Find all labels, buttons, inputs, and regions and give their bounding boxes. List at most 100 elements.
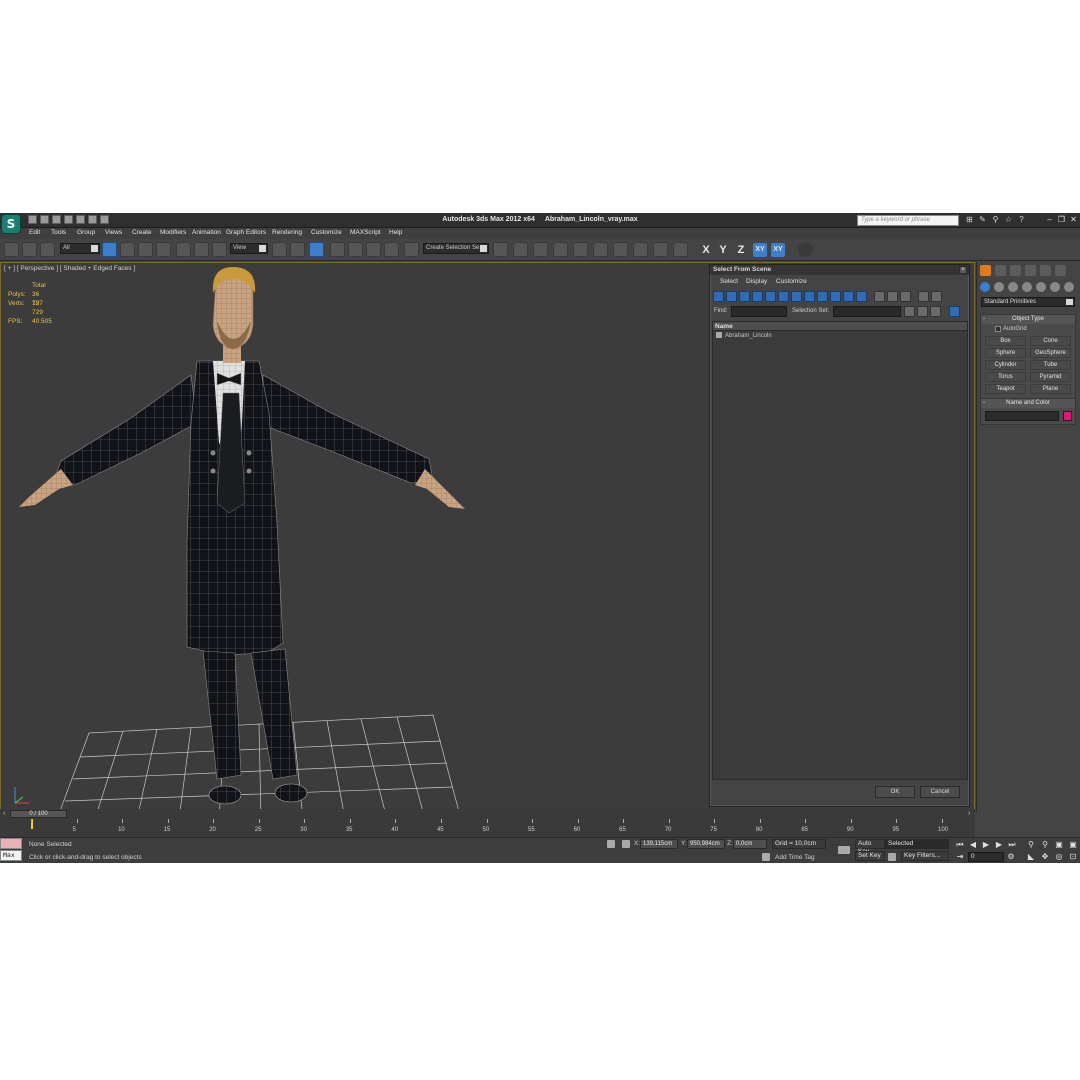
lock-selection-icon[interactable] [607,840,615,848]
menu-graph-editors[interactable]: Graph Editors [226,229,266,236]
plane-button[interactable]: Plane [1030,384,1071,394]
pan-view-icon[interactable]: ✥ [1040,852,1050,862]
menu-views[interactable]: Views [105,229,122,236]
x-coord-field[interactable]: 139,115cm [640,839,678,849]
help-search-input[interactable]: Type a keyword or phrase [857,215,959,226]
selection-filter-dropdown[interactable]: All [60,243,100,254]
shapes-category-icon[interactable] [994,282,1004,292]
display-geometry-icon[interactable] [713,291,724,302]
snaps-toggle-icon[interactable] [330,242,345,257]
rectangular-selection-icon[interactable] [138,242,153,257]
z-coord-field[interactable]: 0,0cm [733,839,767,849]
axis-xy-button[interactable]: XY [753,243,767,257]
select-all-icon[interactable] [917,306,928,317]
edit-named-selection-icon[interactable] [404,242,419,257]
menu-rendering[interactable]: Rendering [272,229,302,236]
key-filters-button[interactable]: Key Filters... [901,851,949,861]
maxscript-listener-swatch[interactable] [0,838,22,849]
binoculars-icon[interactable]: ⊞ [965,215,974,225]
dialog-menu-customize[interactable]: Customize [776,278,807,285]
move-icon[interactable] [176,242,191,257]
rendered-frame-window-icon[interactable] [653,242,668,257]
display-xrefs-icon[interactable] [804,291,815,302]
pivot-center-icon[interactable] [272,242,287,257]
time-configuration-icon[interactable]: ⚙ [1006,852,1016,862]
cameras-category-icon[interactable] [1022,282,1032,292]
align-icon[interactable] [513,242,528,257]
previous-frame-arrow-icon[interactable]: ‹ [3,810,5,817]
zoom-extents-all-icon[interactable]: ▣ [1068,840,1078,850]
restore-icon[interactable]: ❐ [1057,214,1066,225]
display-containers-icon[interactable] [830,291,841,302]
display-space-warps-icon[interactable] [778,291,789,302]
curve-editor-icon[interactable] [573,242,588,257]
maxscript-mini-listener[interactable]: Max [0,850,22,861]
find-input[interactable] [731,306,787,317]
display-bones-icon[interactable] [817,291,828,302]
field-of-view-icon[interactable]: ◣ [1026,852,1036,862]
filter-funnel-icon[interactable] [918,291,929,302]
zoom-all-icon[interactable]: ⚲ [1040,840,1050,850]
utilities-tab-icon[interactable] [1055,265,1066,276]
menu-modifiers[interactable]: Modifiers [160,229,186,236]
object-name-input[interactable] [985,411,1059,421]
tools-icon[interactable]: ✎ [978,215,987,225]
box-button[interactable]: Box [985,336,1026,346]
select-manipulate-icon[interactable] [290,242,305,257]
help-question-icon[interactable]: ? [1017,215,1026,225]
percent-snap-icon[interactable] [366,242,381,257]
scale-icon[interactable] [212,242,227,257]
window-crossing-icon[interactable] [156,242,171,257]
scene-object-list[interactable]: Name Abraham_Lincoln [712,321,968,780]
select-and-link-icon[interactable] [4,242,19,257]
go-to-end-icon[interactable]: ⏭ [1007,840,1017,850]
dialog-menu-select[interactable]: Select [720,278,738,285]
app-logo-button[interactable]: S [1,214,21,234]
set-key-icon[interactable] [838,846,850,854]
menu-customize[interactable]: Customize [311,229,342,236]
favorites-star-icon[interactable]: ☆ [1004,215,1013,225]
bind-space-warp-icon[interactable] [40,242,55,257]
axis-y-button[interactable]: Y [716,243,730,257]
display-invert-icon[interactable] [900,291,911,302]
menu-animation[interactable]: Animation [192,229,221,236]
zoom-extents-icon[interactable]: ▣ [1054,840,1064,850]
subscription-icon[interactable]: ⚲ [991,215,1000,225]
track-bar[interactable]: 5 10 15 20 25 30 35 40 45 50 55 60 65 70 75 80 85 90 95 100 [0,819,975,837]
y-coord-field[interactable]: 950,984cm [687,839,725,849]
go-to-start-icon[interactable]: ⏮ [955,840,965,850]
display-lights-icon[interactable] [739,291,750,302]
previous-frame-icon[interactable]: ◀ [968,840,978,850]
time-slider-thumb[interactable]: 0 / 100 [10,810,67,818]
close-icon[interactable]: × [959,266,967,274]
close-icon[interactable]: ✕ [1069,214,1078,225]
key-mode-dropdown[interactable]: Selected [885,839,949,849]
ok-button[interactable]: OK [875,786,915,798]
select-by-name-icon[interactable] [120,242,135,257]
axis-xy-cycle-button[interactable]: XY [771,243,785,257]
next-frame-icon[interactable]: ▶ [994,840,1004,850]
dialog-menu-display[interactable]: Display [746,278,767,285]
selection-set-edit-icon[interactable] [904,306,915,317]
create-tab-icon[interactable] [980,265,991,276]
next-frame-arrow-icon[interactable]: › [968,810,970,817]
name-column-header[interactable]: Name [713,322,967,331]
named-selection-set-dropdown[interactable]: Create Selection Se [423,243,489,254]
primitive-category-dropdown[interactable]: Standard Primitives [981,297,1075,307]
motion-tab-icon[interactable] [1025,265,1036,276]
graphite-ribbon-icon[interactable] [553,242,568,257]
systems-category-icon[interactable] [1064,282,1074,292]
cylinder-button[interactable]: Cylinder [985,360,1026,370]
menu-maxscript[interactable]: MAXScript [350,229,381,236]
hierarchy-tab-icon[interactable] [1010,265,1021,276]
key-mode-toggle-icon[interactable]: ⇥ [955,852,965,862]
display-helpers-icon[interactable] [765,291,776,302]
select-object-icon[interactable] [102,242,117,257]
select-dependents-icon[interactable] [949,306,960,317]
axis-x-button[interactable]: X [699,243,713,257]
time-slider[interactable]: ‹ 0 / 100 › [0,809,975,819]
set-key-button[interactable]: Set Key [855,851,885,861]
schematic-view-icon[interactable] [593,242,608,257]
play-icon[interactable]: ▶ [981,840,991,850]
object-type-rollout-header[interactable]: - Object Type [981,315,1075,324]
